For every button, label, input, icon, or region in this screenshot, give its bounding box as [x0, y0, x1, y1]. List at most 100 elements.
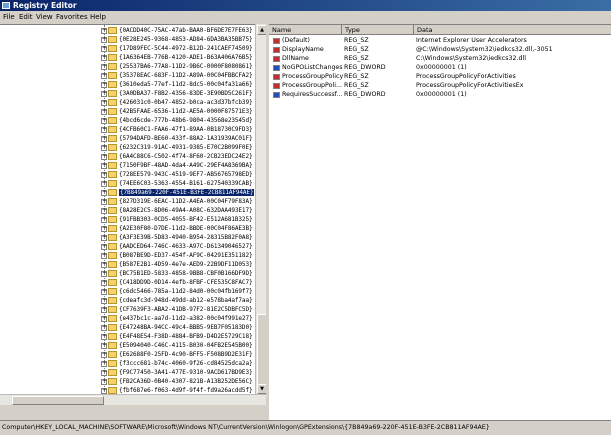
expand-icon[interactable]: +: [101, 64, 107, 70]
menu-favorites[interactable]: Favorites: [56, 13, 88, 21]
expand-icon[interactable]: +: [101, 190, 107, 196]
value-name: ProcessGroupPoli...: [282, 82, 342, 89]
tree-item-label: {3610eda5-77ef-11d2-8dc5-00c04fa31a66}: [119, 81, 253, 88]
expand-icon[interactable]: +: [101, 199, 107, 205]
folder-icon: [108, 189, 117, 196]
folder-icon: [108, 306, 117, 313]
expand-icon[interactable]: +: [101, 235, 107, 241]
expand-icon[interactable]: +: [101, 145, 107, 151]
expand-icon[interactable]: +: [101, 271, 107, 277]
value-name: (Default): [282, 37, 310, 44]
expand-icon[interactable]: +: [101, 370, 107, 376]
value-type: REG_SZ: [344, 82, 369, 89]
value-row[interactable]: (Default) REG_SZ Internet Explorer User Ac…: [269, 37, 611, 45]
folder-icon: [108, 198, 117, 205]
expand-icon[interactable]: +: [101, 307, 107, 313]
expand-icon[interactable]: +: [101, 28, 107, 34]
tree-item-label: {A2E30F80-D7DE-11d2-BBDE-00C04F86AE3B}: [119, 225, 253, 232]
value-row[interactable]: DllName REG_SZ C:\Windows\System32\iedkcs3…: [269, 55, 611, 63]
folder-icon: [108, 288, 117, 295]
tree-item-label: {6A4C88C6-C502-4f74-8F60-2CB23EDC24E2}: [119, 153, 253, 160]
tree-item-label: {42B5FAAE-6536-11d2-AE5A-0000F87571E3}: [119, 108, 253, 115]
folder-icon: [108, 342, 117, 349]
value-row[interactable]: ProcessGroupPoli... REG_SZ ProcessGroupPol…: [269, 82, 611, 90]
value-row[interactable]: NoGPOListChanges REG_DWORD 0x00000001 (1): [269, 64, 611, 72]
column-header-type[interactable]: Type: [345, 26, 360, 34]
expand-icon[interactable]: +: [101, 118, 107, 124]
folder-icon: [108, 315, 117, 322]
expand-icon[interactable]: +: [101, 154, 107, 160]
tree-horizontal-scrollbar[interactable]: [0, 394, 266, 405]
menu-edit[interactable]: Edit: [19, 13, 33, 21]
expand-icon[interactable]: +: [101, 100, 107, 106]
tree-item-label: {74EE6C03-5363-4554-B161-627540339CAB}: [119, 180, 253, 187]
value-row[interactable]: DisplayName REG_SZ @C:\Windows\System32\ie…: [269, 46, 611, 54]
expand-icon[interactable]: +: [101, 208, 107, 214]
tree-item-label: {E5094040-C46C-4115-B030-04FB2E545B00}: [119, 342, 253, 349]
folder-icon: [108, 153, 117, 160]
column-header-data[interactable]: Data: [417, 26, 433, 34]
expand-icon[interactable]: +: [101, 343, 107, 349]
column-separator[interactable]: [413, 25, 414, 34]
expand-icon[interactable]: +: [101, 181, 107, 187]
expand-icon[interactable]: +: [101, 253, 107, 259]
folder-icon: [108, 297, 117, 304]
tree-item-label: {0ACDD40C-75AC-47ab-BAA0-BF6DE7E7FE63}: [119, 27, 253, 34]
folder-icon: [108, 216, 117, 223]
expand-icon[interactable]: +: [101, 55, 107, 61]
expand-icon[interactable]: +: [101, 82, 107, 88]
value-row[interactable]: ProcessGroupPolicy REG_SZ ProcessGroupPoli…: [269, 73, 611, 81]
tree-item-label: {C418DD9D-0D14-4efb-8FBF-CFE535C8FAC7}: [119, 279, 253, 286]
tree-item-label: {e437bc1c-aa7d-11d2-a382-00c04f991e27}: [119, 315, 253, 322]
expand-icon[interactable]: +: [101, 91, 107, 97]
dword-value-icon: [273, 92, 280, 98]
tree-hscroll-thumb[interactable]: [12, 396, 104, 405]
tree-item-label: {426031c0-0b47-4852-b0ca-ac3d37bfcb39}: [119, 99, 253, 106]
expand-icon[interactable]: +: [101, 46, 107, 52]
expand-icon[interactable]: +: [101, 298, 107, 304]
expand-icon[interactable]: +: [101, 109, 107, 115]
value-data: ProcessGroupPolicyForActivitiesEx: [416, 82, 524, 89]
registry-tree[interactable]: + {0ACDD40C-75AC-47ab-BAA0-BF6DE7E7FE63} +…: [0, 24, 266, 395]
tree-item-label: {E62688F0-25FD-4c90-BFF5-F508B9D2E31F}: [119, 351, 253, 358]
expand-icon[interactable]: +: [101, 262, 107, 268]
expand-icon[interactable]: +: [101, 37, 107, 43]
dword-value-icon: [273, 65, 280, 71]
expand-icon[interactable]: +: [101, 334, 107, 340]
expand-icon[interactable]: +: [101, 73, 107, 79]
values-list[interactable]: Name Type Data (Default) REG_SZ Internet E…: [269, 24, 611, 421]
folder-icon: [108, 387, 117, 394]
menu-view[interactable]: View: [36, 13, 53, 21]
expand-icon[interactable]: +: [101, 163, 107, 169]
expand-icon[interactable]: +: [101, 289, 107, 295]
expand-icon[interactable]: +: [101, 280, 107, 286]
tree-item-label: {91FBB303-0CD5-4055-BF42-E512A681B325}: [119, 216, 253, 223]
expand-icon[interactable]: +: [101, 379, 107, 385]
folder-icon: [108, 144, 117, 151]
expand-icon[interactable]: +: [101, 136, 107, 142]
folder-icon: [108, 126, 117, 133]
column-separator[interactable]: [341, 25, 342, 34]
folder-icon: [108, 162, 117, 169]
expand-icon[interactable]: +: [101, 361, 107, 367]
folder-icon: [108, 180, 117, 187]
column-header-name[interactable]: Name: [272, 26, 291, 34]
value-data: C:\Windows\System32\iedkcs32.dll: [416, 55, 527, 62]
menu-file[interactable]: File: [3, 13, 15, 21]
tree-item-label: {FB2CA36D-0B40-4307-821B-A13B252DE56C}: [119, 378, 253, 385]
expand-icon[interactable]: +: [101, 172, 107, 178]
expand-icon[interactable]: +: [101, 325, 107, 331]
menu-help[interactable]: Help: [90, 13, 106, 21]
value-row[interactable]: RequiresSuccessf... REG_DWORD 0x00000001 (…: [269, 91, 611, 99]
value-type: REG_SZ: [344, 46, 369, 53]
value-name: DisplayName: [282, 46, 324, 53]
expand-icon[interactable]: +: [101, 352, 107, 358]
expand-icon[interactable]: +: [101, 217, 107, 223]
tree-item-label: {0E28E245-9368-4853-AD84-6DA3BA35BB75}: [119, 36, 253, 43]
folder-icon: [108, 252, 117, 259]
expand-icon[interactable]: +: [101, 316, 107, 322]
expand-icon[interactable]: +: [101, 226, 107, 232]
expand-icon[interactable]: +: [101, 127, 107, 133]
value-name: ProcessGroupPolicy: [282, 73, 344, 80]
expand-icon[interactable]: +: [101, 244, 107, 250]
